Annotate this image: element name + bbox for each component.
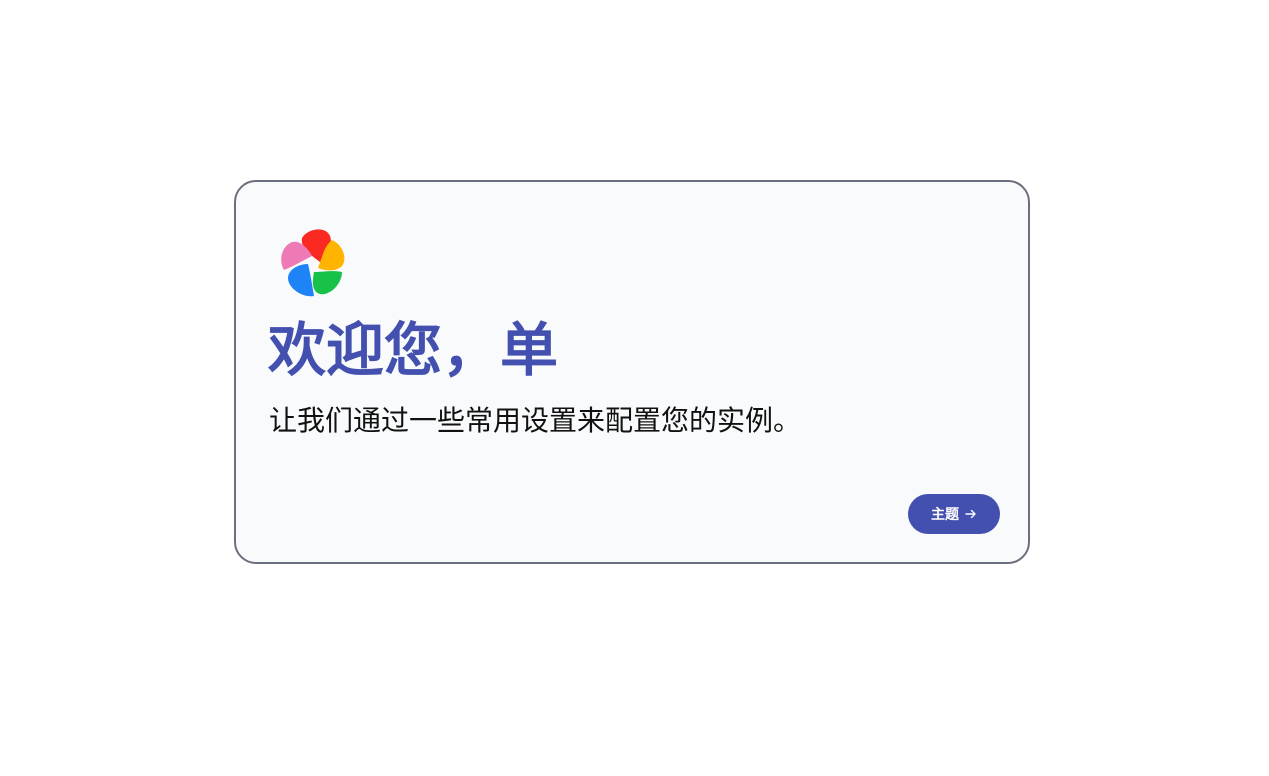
- next-button-label: 主题: [931, 507, 959, 523]
- page: 欢迎您，单 让我们通过一些常用设置来配置您的实例。 主题: [0, 0, 1269, 776]
- welcome-subtitle: 让我们通过一些常用设置来配置您的实例。: [269, 404, 802, 437]
- onboarding-card: 欢迎您，单 让我们通过一些常用设置来配置您的实例。 主题: [234, 180, 1030, 564]
- app-logo-icon: [278, 224, 356, 302]
- arrow-right-icon: [965, 508, 977, 520]
- welcome-title: 欢迎您，单: [268, 316, 559, 384]
- next-theme-button[interactable]: 主题: [908, 494, 1000, 534]
